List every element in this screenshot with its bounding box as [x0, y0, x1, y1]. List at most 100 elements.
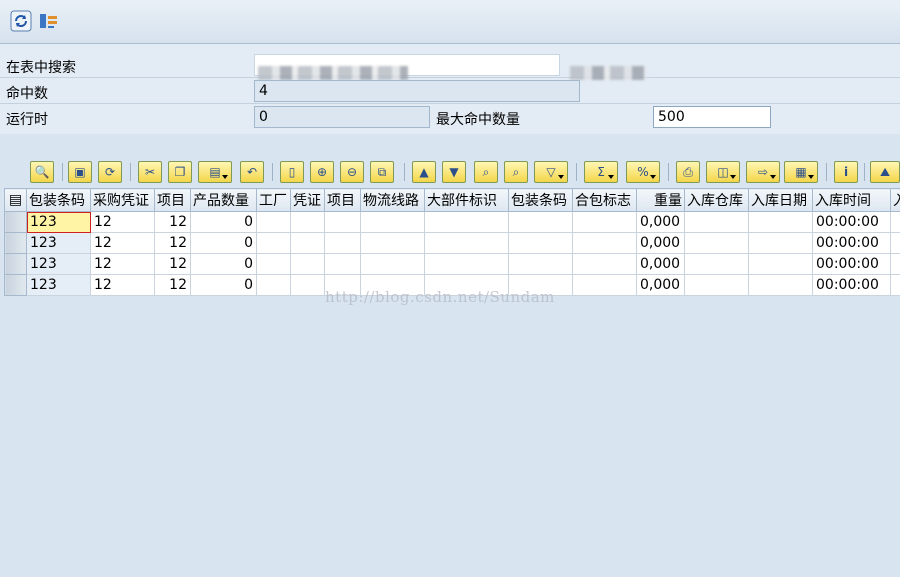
table-cell[interactable]: [890, 232, 900, 254]
table-cell[interactable]: 12: [154, 274, 191, 296]
column-header[interactable]: 重量: [636, 188, 685, 212]
layout-icon[interactable]: ▦: [784, 161, 818, 183]
row-selector[interactable]: [4, 274, 27, 296]
graphic-icon[interactable]: ⛰: [870, 161, 900, 183]
table-cell[interactable]: 0,000: [636, 232, 685, 254]
column-header[interactable]: 入库时间: [812, 188, 891, 212]
max-hits-input[interactable]: [653, 106, 771, 128]
table-cell[interactable]: 00:00:00: [812, 232, 891, 254]
table-cell[interactable]: 0,000: [636, 253, 685, 275]
column-header[interactable]: 工厂: [256, 188, 291, 212]
table-cell[interactable]: [256, 274, 291, 296]
table-cell[interactable]: [508, 211, 573, 233]
sum-icon[interactable]: Σ: [584, 161, 618, 183]
column-header[interactable]: 入: [890, 188, 900, 212]
sort-descending-icon[interactable]: ▼: [442, 161, 466, 183]
table-cell[interactable]: 00:00:00: [812, 211, 891, 233]
table-cell[interactable]: [684, 211, 749, 233]
table-cell[interactable]: 0: [190, 274, 257, 296]
table-cell[interactable]: [290, 253, 325, 275]
delete-row-icon[interactable]: ⊖: [340, 161, 364, 183]
row-selector[interactable]: [4, 232, 27, 254]
column-header[interactable]: 入库日期: [748, 188, 813, 212]
column-header[interactable]: 物流线路: [360, 188, 425, 212]
new-row-icon[interactable]: ▯: [280, 161, 304, 183]
table-cell[interactable]: [508, 253, 573, 275]
copy-icon[interactable]: ❐: [168, 161, 192, 183]
views-icon[interactable]: ◫: [706, 161, 740, 183]
column-header[interactable]: 包装条码: [508, 188, 573, 212]
column-header[interactable]: 采购凭证: [90, 188, 155, 212]
table-cell[interactable]: [572, 253, 637, 275]
table-cell[interactable]: 0,000: [636, 211, 685, 233]
table-cell[interactable]: [360, 232, 425, 254]
row-selector[interactable]: [4, 211, 27, 233]
table-cell[interactable]: [256, 232, 291, 254]
table-cell[interactable]: [684, 232, 749, 254]
table-cell[interactable]: [748, 211, 813, 233]
table-cell[interactable]: [424, 232, 509, 254]
table-cell[interactable]: 00:00:00: [812, 253, 891, 275]
table-cell[interactable]: 0: [190, 211, 257, 233]
table-row[interactable]: 123 12 12 0 0,000 00:00:00: [4, 232, 900, 254]
column-header[interactable]: 凭证: [290, 188, 325, 212]
filter-icon[interactable]: ▽: [534, 161, 568, 183]
column-header[interactable]: 大部件标识: [424, 188, 509, 212]
table-cell[interactable]: [572, 274, 637, 296]
table-cell[interactable]: [290, 211, 325, 233]
row-selector[interactable]: [4, 253, 27, 275]
undo-icon[interactable]: ↶: [240, 161, 264, 183]
refresh-icon[interactable]: ⟳: [98, 161, 122, 183]
table-row[interactable]: 123 12 12 0 0,000 00:00:00: [4, 211, 900, 233]
table-row[interactable]: 123 12 12 0 0,000 00:00:00: [4, 253, 900, 275]
table-cell[interactable]: 123: [26, 274, 91, 296]
table-cell[interactable]: 12: [90, 274, 155, 296]
table-cell[interactable]: [256, 253, 291, 275]
table-cell[interactable]: [360, 253, 425, 275]
table-cell[interactable]: [890, 211, 900, 233]
table-cell[interactable]: [890, 274, 900, 296]
table-cell[interactable]: [324, 211, 361, 233]
table-cell[interactable]: 123: [26, 253, 91, 275]
find-next-icon[interactable]: ⌕: [504, 161, 528, 183]
table-cell[interactable]: 12: [154, 253, 191, 275]
table-cell[interactable]: [572, 211, 637, 233]
table-cell[interactable]: 0,000: [636, 274, 685, 296]
table-cell[interactable]: [748, 232, 813, 254]
table-cell[interactable]: 123: [26, 232, 91, 254]
table-cell[interactable]: [290, 232, 325, 254]
table-cell[interactable]: [424, 211, 509, 233]
table-cell[interactable]: 0: [190, 253, 257, 275]
column-header[interactable]: 包装条码: [26, 188, 91, 212]
print-icon[interactable]: ⎙: [676, 161, 700, 183]
table-cell[interactable]: 12: [154, 211, 191, 233]
table-cell[interactable]: [256, 211, 291, 233]
table-cell[interactable]: [572, 232, 637, 254]
select-all-icon[interactable]: ▤: [4, 188, 27, 212]
find-icon[interactable]: ⌕: [474, 161, 498, 183]
refresh-icon[interactable]: [10, 10, 32, 32]
table-cell[interactable]: [508, 232, 573, 254]
copy-row-icon[interactable]: ⧉: [370, 161, 394, 183]
table-cell[interactable]: 12: [90, 211, 155, 233]
check-icon[interactable]: ▣: [68, 161, 92, 183]
table-cell[interactable]: 123: [26, 211, 91, 233]
table-cell[interactable]: 0: [190, 232, 257, 254]
column-header[interactable]: 项目: [154, 188, 191, 212]
table-cell[interactable]: 12: [90, 253, 155, 275]
sort-ascending-icon[interactable]: ▲: [412, 161, 436, 183]
paste-icon[interactable]: ▤: [198, 161, 232, 183]
table-cell[interactable]: [360, 211, 425, 233]
table-cell[interactable]: [290, 274, 325, 296]
table-cell[interactable]: [890, 253, 900, 275]
settings-transfer-icon[interactable]: [38, 10, 60, 32]
subtotal-icon[interactable]: %: [626, 161, 660, 183]
table-cell[interactable]: 12: [90, 232, 155, 254]
column-header[interactable]: 产品数量: [190, 188, 257, 212]
column-header[interactable]: 项目: [324, 188, 361, 212]
cut-icon[interactable]: ✂: [138, 161, 162, 183]
detail-icon[interactable]: 🔍: [30, 161, 54, 183]
column-header[interactable]: 入库仓库: [684, 188, 749, 212]
table-cell[interactable]: [324, 253, 361, 275]
table-cell[interactable]: [324, 232, 361, 254]
